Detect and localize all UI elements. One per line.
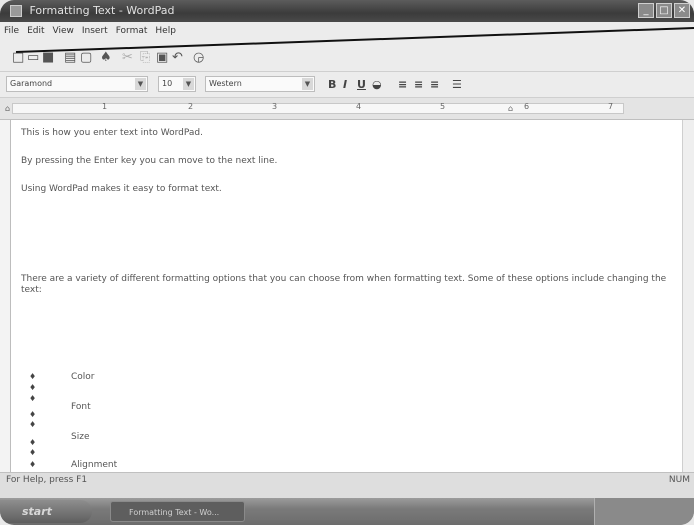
- ruler-mark-4: 4: [356, 102, 362, 111]
- document-area[interactable]: This is how you enter text into WordPad.…: [10, 120, 682, 472]
- bullet-icon: ♦: [29, 438, 37, 447]
- font-name-value: Garamond: [10, 79, 53, 88]
- bullet-item-font: Font: [71, 402, 91, 412]
- taskbar: start Formatting Text - Wo...: [0, 498, 694, 525]
- vertical-scrollbar[interactable]: [682, 120, 694, 472]
- start-label: start: [22, 505, 52, 518]
- ruler-mark-3: 3: [272, 102, 278, 111]
- status-help-text: For Help, press F1: [6, 475, 88, 485]
- bullet-item-color: Color: [71, 372, 95, 382]
- script-value: Western: [209, 79, 242, 88]
- ruler-mark-5: 5: [440, 102, 446, 111]
- doc-line-1: This is how you enter text into WordPad.: [21, 128, 203, 138]
- start-button[interactable]: start: [0, 500, 92, 523]
- bullet-icon: ♦: [29, 448, 37, 457]
- bullet-icon: ♦: [29, 394, 37, 403]
- doc-paragraph: There are a variety of different formatt…: [21, 274, 667, 295]
- bullet-icon: ♦: [29, 383, 37, 392]
- ruler-mark-6: 6: [524, 102, 530, 111]
- bullet-icon: ♦: [29, 410, 37, 419]
- taskbar-wordpad-button[interactable]: Formatting Text - Wo...: [110, 501, 245, 522]
- bullet-icon: ♦: [29, 460, 37, 469]
- doc-line-2: By pressing the Enter key you can move t…: [21, 156, 278, 166]
- right-indent-marker-icon[interactable]: ⌂: [508, 104, 513, 113]
- status-bar: For Help, press F1 NUM: [0, 472, 694, 498]
- ruler-mark-7: 7: [608, 102, 614, 111]
- doc-line-3: Using WordPad makes it easy to format te…: [21, 184, 222, 194]
- bullet-icon: ♦: [29, 372, 37, 381]
- bullet-item-alignment: Alignment: [71, 460, 118, 470]
- ruler-mark-2: 2: [188, 102, 194, 111]
- font-size-value: 10: [162, 79, 173, 88]
- system-tray: [594, 498, 694, 525]
- taskbar-item-label: Formatting Text - Wo...: [129, 508, 220, 517]
- callout-line: [15, 27, 694, 53]
- left-indent-marker-icon[interactable]: ⌂: [5, 104, 10, 113]
- num-lock-indicator: NUM: [668, 475, 690, 485]
- screenshot-frame: Formatting Text - WordPad _ □ ✕ File Edi…: [0, 0, 694, 525]
- ruler-mark-1: 1: [102, 102, 108, 111]
- ruler[interactable]: 1 2 3 4 5 6 7 ⌂ ⌂: [0, 98, 694, 120]
- bullet-item-size: Size: [71, 432, 90, 442]
- bullet-icon: ♦: [29, 420, 37, 429]
